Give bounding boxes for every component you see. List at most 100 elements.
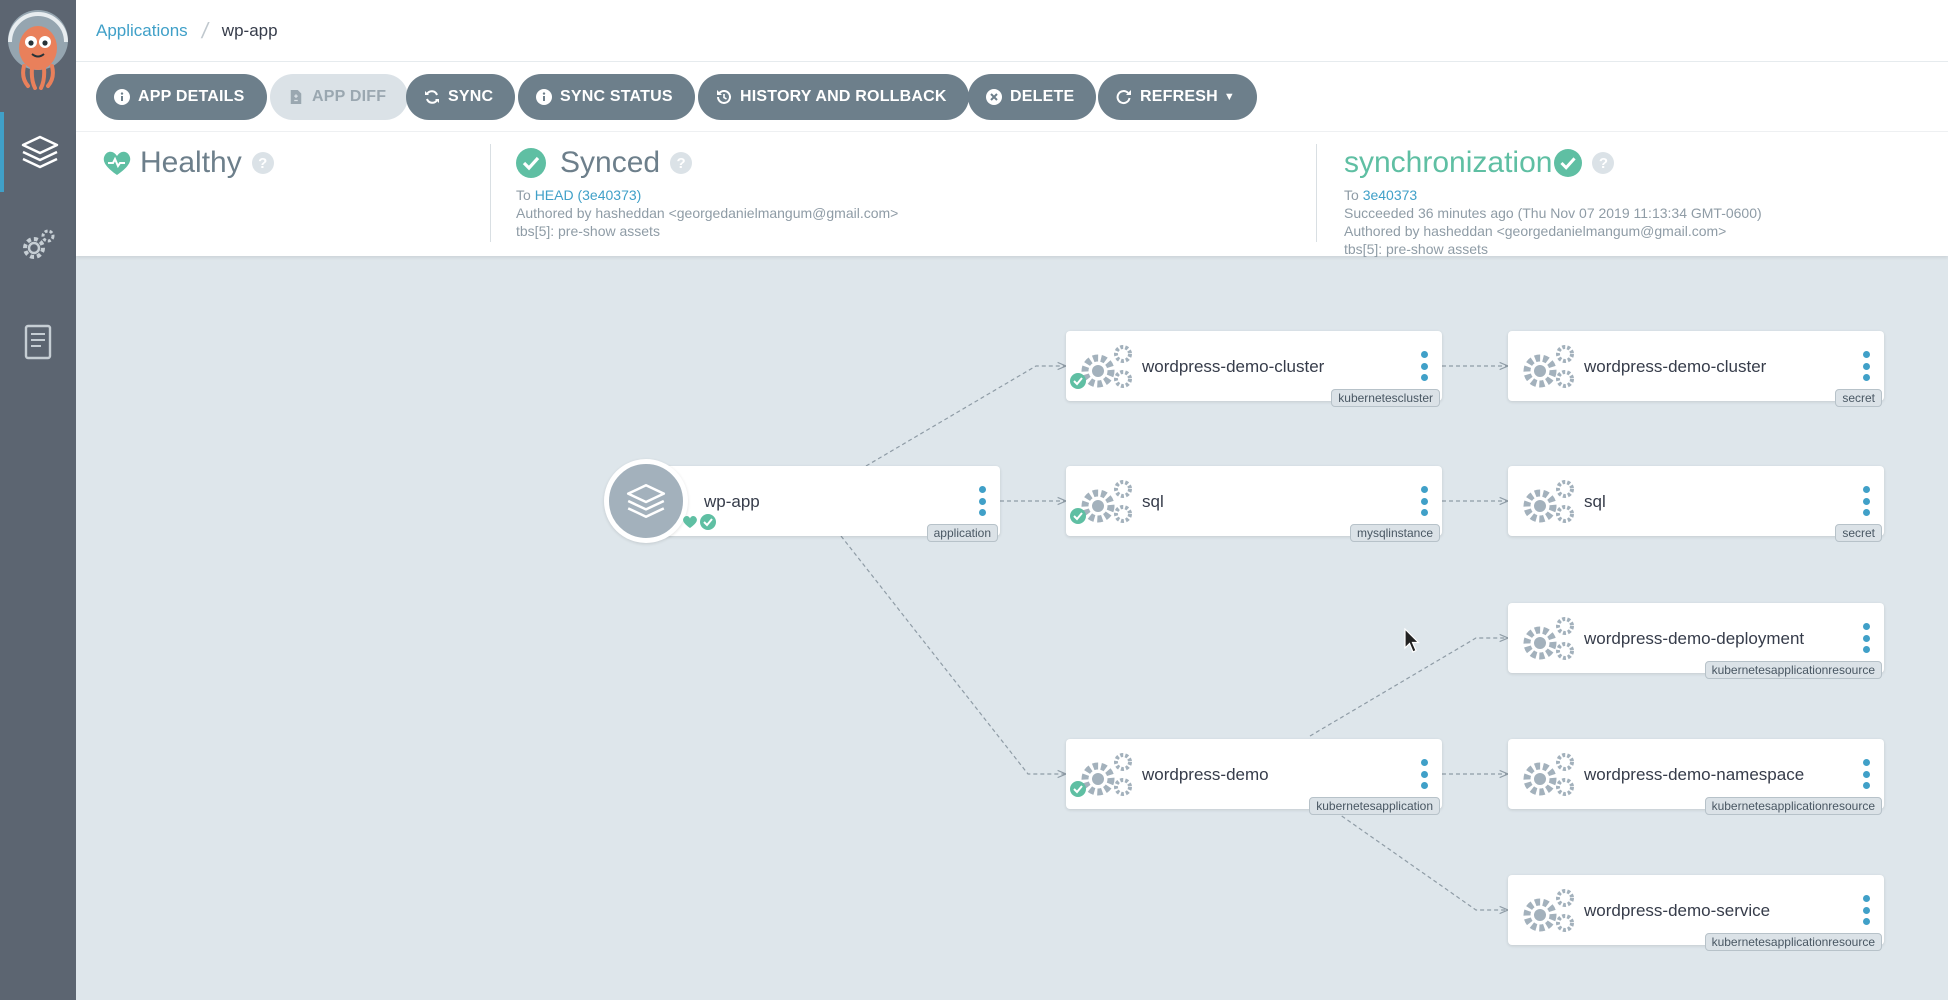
app-diff-label: APP DIFF: [312, 88, 387, 105]
refresh-button[interactable]: REFRESH ▼: [1098, 74, 1257, 120]
toolbar: APP DETAILS APP DIFF SYNC SYNC STATUS HI…: [76, 62, 1948, 132]
app-details-label: APP DETAILS: [138, 88, 245, 105]
nav-user-info[interactable]: [0, 302, 76, 382]
delete-button[interactable]: DELETE: [968, 74, 1097, 120]
operation-status: synchronization ? To 3e40373 Succeeded 3…: [1344, 144, 1762, 258]
history-icon: [716, 89, 732, 105]
kebab-menu-icon[interactable]: [1862, 486, 1870, 516]
sync-icon: [424, 89, 440, 105]
info-icon: [114, 89, 130, 105]
nav-applications[interactable]: [0, 112, 76, 192]
kebab-menu-icon[interactable]: [1420, 486, 1428, 516]
mouse-cursor-icon: [1404, 628, 1420, 653]
sync-status-button[interactable]: SYNC STATUS: [518, 74, 695, 120]
gears-icon: [1523, 480, 1574, 523]
to-prefix: To: [1344, 187, 1359, 203]
sync-label: SYNC: [448, 88, 494, 105]
health-status: Healthy ?: [102, 144, 274, 182]
sync-status-label: SYNC STATUS: [560, 88, 673, 105]
breadcrumb-applications-link[interactable]: Applications: [96, 21, 188, 41]
nav-settings[interactable]: [0, 206, 76, 286]
delete-label: DELETE: [1010, 88, 1075, 105]
help-icon[interactable]: ?: [670, 152, 693, 174]
app-diff-button[interactable]: APP DIFF: [270, 74, 409, 120]
kebab-menu-icon[interactable]: [1420, 351, 1428, 381]
resource-node-name: wordpress-demo-deployment: [1584, 629, 1805, 648]
refresh-label: REFRESH: [1140, 88, 1218, 105]
resource-node-kind: kubernetesapplicationresource: [1704, 797, 1882, 815]
resource-node-kind: kubernetescluster: [1331, 389, 1440, 407]
check-circle-icon: [1070, 508, 1086, 524]
kebab-menu-icon[interactable]: [978, 486, 986, 516]
resource-node[interactable]: wordpress-demo-service kubernetesapplica…: [1508, 875, 1884, 951]
gears-icon: [1081, 345, 1132, 388]
resource-node-name: wordpress-demo-cluster: [1142, 357, 1325, 376]
sync-revision-line: To HEAD (3e40373): [516, 186, 898, 204]
resource-node-name: wordpress-demo-cluster: [1584, 357, 1767, 376]
health-title: Healthy: [140, 146, 242, 179]
app-node-wp-app[interactable]: wp-app application: [604, 459, 1000, 543]
resource-node-kind: secret: [1835, 389, 1882, 407]
kebab-menu-icon[interactable]: [1420, 759, 1428, 789]
kebab-menu-icon[interactable]: [1862, 759, 1870, 789]
gears-icon: [1523, 617, 1574, 660]
resource-node[interactable]: wordpress-demo-cluster kubernetescluster: [1066, 331, 1442, 407]
top-bar: Applications / wp-app: [76, 0, 1948, 62]
gears-icon: [1523, 889, 1574, 932]
to-prefix: To: [516, 187, 531, 203]
caret-down-icon[interactable]: ▼: [1224, 91, 1235, 103]
breadcrumb: Applications / wp-app: [96, 18, 278, 44]
gears-icon: [1081, 753, 1132, 796]
argo-logo[interactable]: [6, 8, 70, 90]
status-divider: [490, 144, 491, 242]
history-label: HISTORY AND ROLLBACK: [740, 88, 947, 105]
resource-node[interactable]: wordpress-demo-deployment kubernetesappl…: [1508, 603, 1884, 679]
operation-title-row: synchronization ?: [1344, 144, 1762, 182]
check-circle-icon: [1554, 149, 1583, 177]
settings-gears-icon: [23, 229, 55, 259]
kebab-menu-icon[interactable]: [1862, 623, 1870, 653]
operation-revision-line: To 3e40373: [1344, 186, 1762, 204]
sync-button[interactable]: SYNC: [406, 74, 516, 120]
check-circle-icon: [516, 148, 546, 178]
layers-icon: [626, 484, 666, 518]
resource-tree: wp-app application wordpress-demo-cluste…: [76, 256, 1948, 1000]
check-circle-icon: [700, 514, 716, 530]
sync-revision-link[interactable]: HEAD (3e40373): [535, 187, 642, 203]
heart-icon: [683, 516, 697, 528]
operation-succeeded: Succeeded 36 minutes ago (Thu Nov 07 201…: [1344, 205, 1762, 221]
resource-node-name: sql: [1142, 492, 1164, 511]
sync-title: Synced: [560, 146, 661, 179]
app-node-name: wp-app: [704, 492, 760, 511]
layers-icon: [21, 135, 59, 169]
help-icon[interactable]: ?: [1592, 152, 1615, 174]
resource-node-name: sql: [1584, 492, 1606, 511]
resource-node-kind: secret: [1835, 524, 1882, 542]
resource-node[interactable]: wordpress-demo-namespace kubernetesappli…: [1508, 739, 1884, 815]
kebab-menu-icon[interactable]: [1862, 895, 1870, 925]
diff-icon: [288, 89, 304, 105]
help-icon[interactable]: ?: [251, 152, 274, 174]
resource-node[interactable]: wordpress-demo kubernetesapplication: [1066, 739, 1442, 815]
check-circle-icon: [1070, 781, 1086, 797]
resource-node-kind: kubernetesapplicationresource: [1704, 661, 1882, 679]
resource-node-name: wordpress-demo-namespace: [1584, 765, 1805, 784]
kebab-menu-icon[interactable]: [1862, 351, 1870, 381]
health-title-row: Healthy ?: [102, 144, 274, 182]
history-and-rollback-button[interactable]: HISTORY AND ROLLBACK: [698, 74, 969, 120]
delete-icon: [986, 89, 1002, 105]
sync-author: Authored by hasheddan <georgedanielmangu…: [516, 205, 899, 221]
resource-node[interactable]: wordpress-demo-cluster secret: [1508, 331, 1884, 407]
resource-node-kind: kubernetesapplicationresource: [1704, 933, 1882, 951]
sidebar: [0, 0, 76, 1000]
resource-node-name: wordpress-demo-service: [1584, 901, 1771, 920]
app-circle: [604, 459, 688, 543]
resource-node[interactable]: sql mysqlinstance: [1066, 466, 1442, 542]
sync-status: Synced ? To HEAD (3e40373) Authored by h…: [516, 144, 898, 240]
app-details-button[interactable]: APP DETAILS: [96, 74, 267, 120]
operation-revision-link[interactable]: 3e40373: [1363, 187, 1418, 203]
operation-title: synchronization: [1344, 146, 1553, 179]
status-divider: [1316, 144, 1317, 242]
app-node-kind: application: [926, 524, 998, 542]
resource-node[interactable]: sql secret: [1508, 466, 1884, 542]
